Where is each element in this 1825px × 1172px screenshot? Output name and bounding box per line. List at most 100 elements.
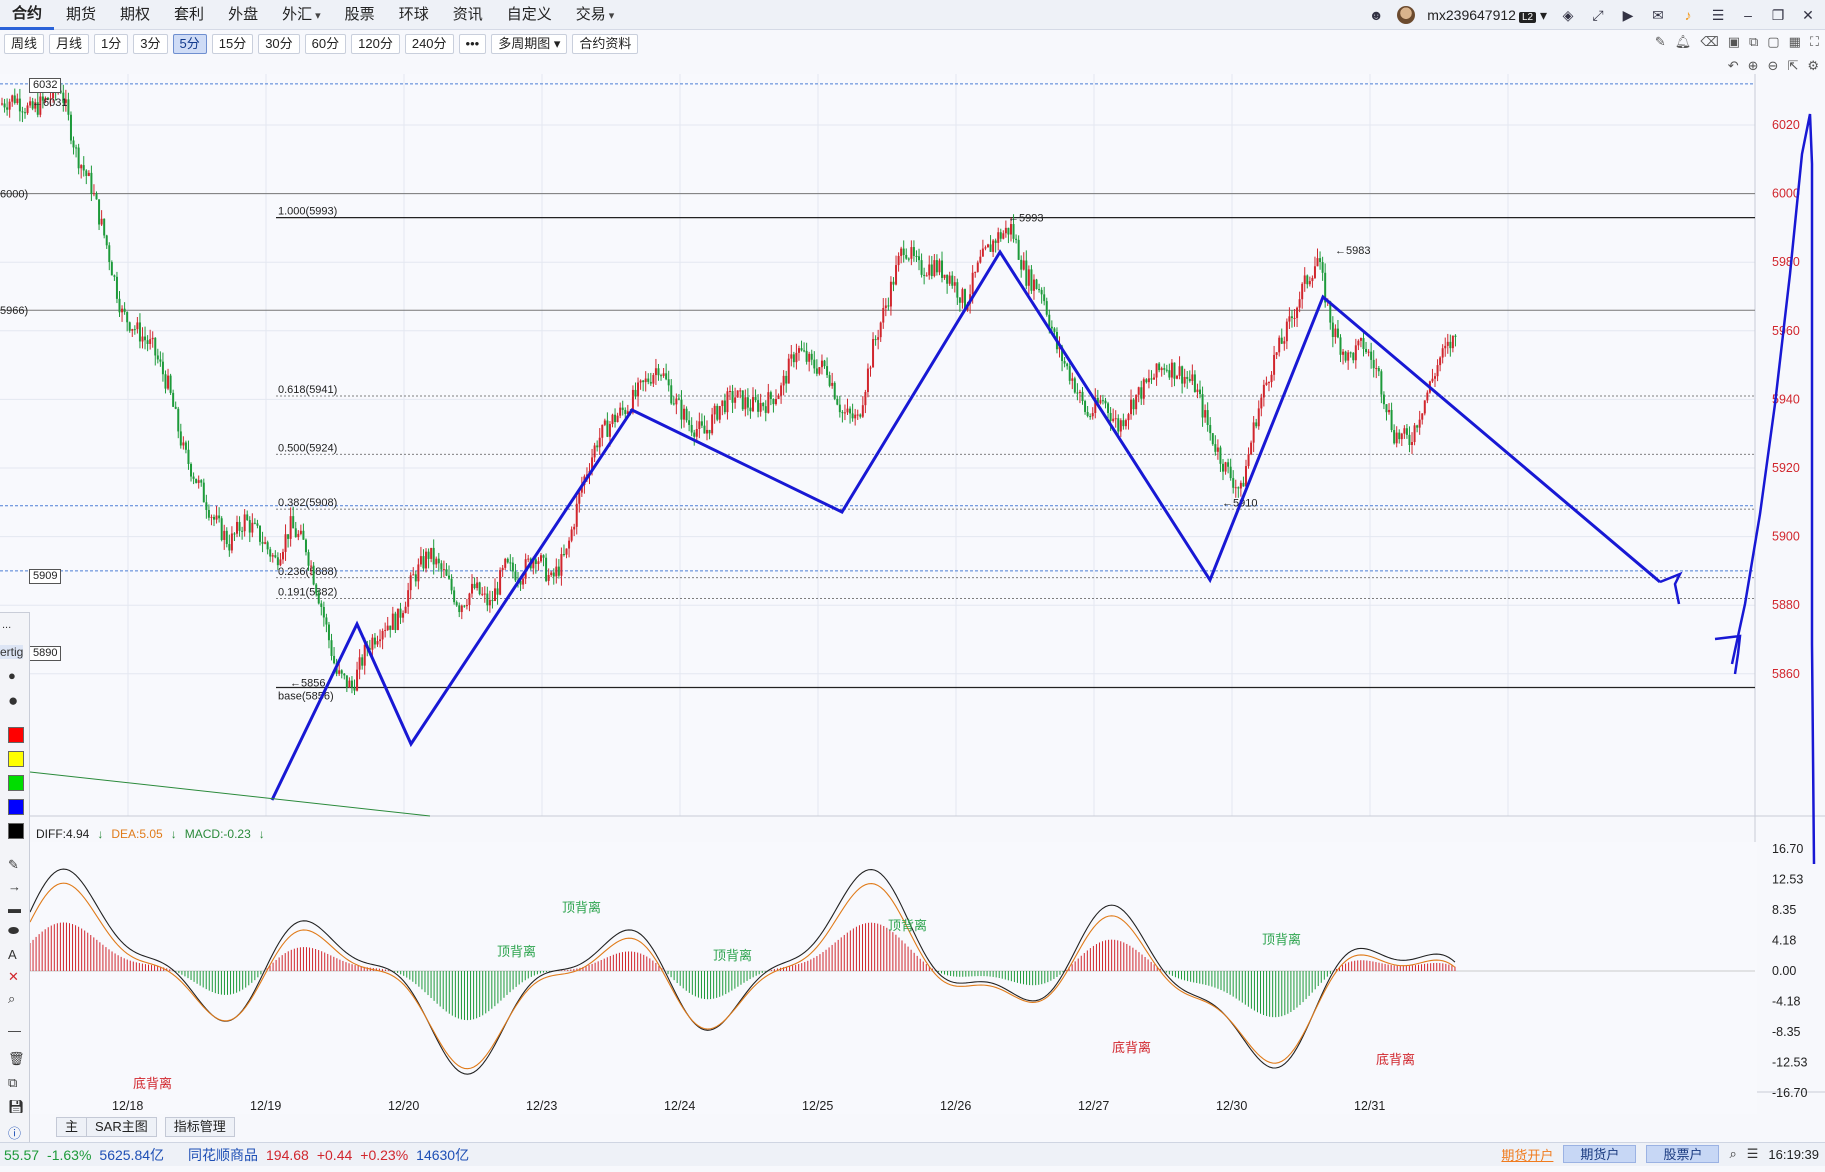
- period-1min[interactable]: 1分: [94, 33, 129, 54]
- multi-period-button[interactable]: 多周期图 ▾: [491, 33, 568, 54]
- period-120min[interactable]: 120分: [351, 33, 400, 54]
- menu-options[interactable]: 期权: [108, 0, 162, 30]
- menu-global[interactable]: 环球: [387, 0, 441, 30]
- menu-news[interactable]: 资讯: [441, 0, 495, 30]
- toolbox-dots[interactable]: ...: [2, 619, 11, 631]
- avatar[interactable]: [1397, 6, 1416, 24]
- zoom-out-icon[interactable]: ⊖: [1768, 58, 1779, 74]
- red-swatch[interactable]: [8, 727, 24, 743]
- period-240min[interactable]: 240分: [404, 33, 454, 54]
- candle-body: [1380, 371, 1383, 395]
- candle-body: [797, 348, 800, 353]
- stock-account-button[interactable]: 股票户: [1646, 1145, 1720, 1163]
- magnifier-icon[interactable]: ⌕: [8, 991, 15, 1007]
- candle-body: [1206, 410, 1209, 426]
- candle-body: [527, 558, 530, 560]
- ellipse-icon[interactable]: ⬬: [8, 923, 19, 939]
- candle-body: [225, 530, 228, 545]
- period-3min[interactable]: 3分: [133, 33, 168, 54]
- candle-body: [248, 520, 251, 533]
- black-swatch[interactable]: [8, 823, 24, 839]
- candle-body: [1137, 387, 1140, 395]
- window-icon[interactable]: ▢: [1767, 34, 1779, 50]
- period-month[interactable]: 月线: [49, 33, 90, 54]
- menu-contract[interactable]: 合约: [0, 0, 55, 30]
- green-swatch[interactable]: [8, 775, 24, 791]
- tab-indicator-manage[interactable]: 指标管理: [164, 1117, 235, 1137]
- tile-icon[interactable]: ▦: [1789, 34, 1801, 50]
- camera-icon[interactable]: ▣: [1728, 34, 1740, 50]
- candle-body: [514, 571, 517, 581]
- candle-body: [1068, 366, 1071, 381]
- yellow-swatch[interactable]: [8, 751, 24, 767]
- toolbox-mode-label[interactable]: ertig: [0, 645, 24, 659]
- brush-icon[interactable]: ✎: [8, 857, 19, 873]
- candle-body: [246, 514, 249, 521]
- horizontal-line-icon[interactable]: —: [8, 1023, 21, 1038]
- left-price-tag-5890[interactable]: 5890: [29, 646, 62, 661]
- zoom-in-icon[interactable]: ⊕: [1748, 58, 1759, 74]
- contract-info-button[interactable]: 合约资料: [572, 33, 639, 54]
- minimize-icon[interactable]: –: [1739, 7, 1757, 23]
- text-tool-icon[interactable]: A: [8, 947, 17, 962]
- pen-icon[interactable]: ✎: [1655, 34, 1666, 50]
- left-price-tag-6032[interactable]: 6032: [29, 78, 62, 93]
- big-dot-icon[interactable]: ●: [8, 691, 18, 711]
- fullscreen-icon[interactable]: ⛶: [1810, 34, 1819, 50]
- undo-icon[interactable]: ↶: [1728, 58, 1739, 74]
- username[interactable]: mx239647912 L2 ▾: [1427, 7, 1547, 24]
- candle-body: [1293, 317, 1296, 319]
- blue-swatch[interactable]: [8, 799, 24, 815]
- export-icon[interactable]: ⇱: [1787, 58, 1798, 74]
- menu-stocks[interactable]: 股票: [333, 0, 387, 30]
- menu-arbitrage[interactable]: 套利: [162, 0, 216, 30]
- period-5min[interactable]: 5分: [172, 33, 207, 54]
- more-periods-button[interactable]: •••: [458, 33, 487, 54]
- robot-icon[interactable]: ☻: [1367, 7, 1385, 23]
- arrow-line-icon[interactable]: →: [8, 879, 21, 894]
- candle-body: [1173, 362, 1176, 379]
- expand-icon[interactable]: ⤢: [1589, 7, 1607, 24]
- copy-icon[interactable]: ⧉: [1749, 34, 1758, 50]
- rectangle-icon[interactable]: ▬: [8, 901, 21, 916]
- alert-icon[interactable]: 🔔︎: [1675, 34, 1692, 50]
- small-dot-icon[interactable]: ●: [8, 668, 16, 683]
- left-price-tag-5909[interactable]: 5909: [29, 569, 62, 584]
- candle-body: [1002, 233, 1005, 239]
- tab-sar-main[interactable]: SAR主图: [86, 1117, 157, 1137]
- menu-forex[interactable]: 外汇: [270, 0, 333, 30]
- trash-can-icon[interactable]: 🗑︎: [8, 1051, 25, 1067]
- video-icon[interactable]: ▶: [1619, 7, 1637, 24]
- mail-icon[interactable]: ✉: [1649, 7, 1667, 24]
- search-icon[interactable]: ⌕: [1729, 1146, 1736, 1162]
- period-week[interactable]: 周线: [4, 33, 45, 54]
- save-icon[interactable]: 💾︎: [8, 1099, 25, 1115]
- period-30min[interactable]: 30分: [258, 33, 300, 54]
- menu-custom[interactable]: 自定义: [495, 0, 564, 30]
- candle-body: [718, 406, 721, 420]
- kline-chart[interactable]: 1.000(5993) 0.618(5941) 0.500(5924) 0.382(5…: [0, 74, 1825, 1114]
- period-60min[interactable]: 60分: [304, 33, 347, 54]
- menu-trade[interactable]: 交易: [564, 0, 627, 30]
- duplicate-icon[interactable]: ⧉: [8, 1075, 17, 1091]
- layers-icon[interactable]: ◈: [1559, 7, 1577, 24]
- futures-account-link[interactable]: 期货开户: [1501, 1145, 1553, 1164]
- restore-icon[interactable]: ❐: [1769, 7, 1787, 24]
- candle-body: [1117, 418, 1120, 432]
- trash-icon[interactable]: ⌫: [1700, 34, 1718, 50]
- settings-icon[interactable]: ⚙: [1807, 58, 1819, 74]
- list-icon[interactable]: ☰: [1747, 1146, 1759, 1162]
- close-icon[interactable]: ✕: [1799, 7, 1817, 24]
- tab-main[interactable]: 主: [56, 1117, 88, 1137]
- index2-name[interactable]: 同花顺商品: [188, 1145, 258, 1165]
- candle-body: [912, 247, 915, 256]
- divergence-label: 底背离: [133, 1076, 172, 1092]
- menu-foreign-market[interactable]: 外盘: [216, 0, 270, 30]
- bell-icon[interactable]: ♪: [1679, 7, 1697, 23]
- delete-x-icon[interactable]: ✕: [8, 969, 19, 985]
- menu-futures[interactable]: 期货: [54, 0, 108, 30]
- date-tick-label: 12/19: [250, 1099, 281, 1113]
- futures-account-button[interactable]: 期货户: [1563, 1145, 1637, 1163]
- hamburger-menu-icon[interactable]: ☰: [1709, 7, 1727, 24]
- period-15min[interactable]: 15分: [211, 33, 254, 54]
